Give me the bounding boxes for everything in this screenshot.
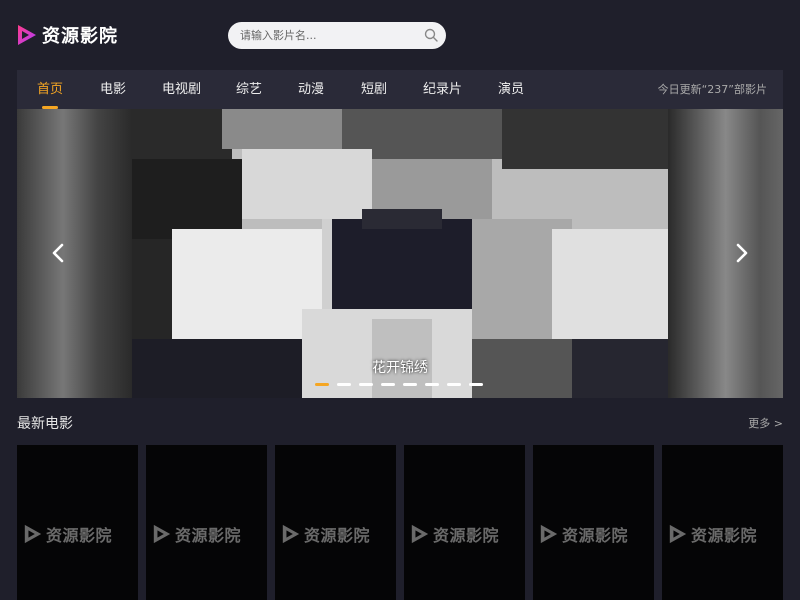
nav-item-variety[interactable]: 综艺 — [236, 70, 262, 109]
site-logo-text: 资源影院 — [42, 26, 118, 47]
nav-item-home[interactable]: 首页 — [37, 70, 63, 109]
carousel-dot-1[interactable] — [315, 383, 329, 386]
prev-slide-arrow-icon[interactable] — [44, 239, 72, 267]
main-nav: 首页 电影 电视剧 综艺 动漫 短剧 纪录片 演员 今日更新“237”部影片 — [17, 70, 783, 109]
carousel-dot-2[interactable] — [337, 383, 351, 386]
play-logo-icon — [24, 524, 42, 544]
carousel-dot-8[interactable] — [469, 383, 483, 386]
search-input[interactable] — [240, 26, 420, 45]
nav-item-anime[interactable]: 动漫 — [298, 70, 324, 109]
search-box — [228, 22, 446, 49]
banner-carousel: 花开锦绣 — [17, 109, 783, 398]
poster-placeholder-logo: 资源影院 — [23, 522, 112, 546]
carousel-dot-7[interactable] — [447, 383, 461, 386]
carousel-dot-4[interactable] — [381, 383, 395, 386]
play-logo-icon — [669, 524, 687, 544]
latest-movies-header: 最新电影 更多 > — [17, 410, 783, 436]
poster-placeholder-logo: 资源影院 — [668, 522, 757, 546]
movie-card-list: 资源影院 资源影院 资源影院 资源影院 资源影院 资源影院 — [17, 445, 783, 600]
banner-slide-image[interactable] — [132, 109, 668, 398]
carousel-dot-6[interactable] — [425, 383, 439, 386]
poster-placeholder-logo: 资源影院 — [152, 522, 241, 546]
carousel-dot-5[interactable] — [403, 383, 417, 386]
movie-card[interactable]: 资源影院 — [17, 445, 138, 600]
prev-slide-preview[interactable] — [17, 109, 132, 398]
movie-card[interactable]: 资源影院 — [146, 445, 267, 600]
poster-placeholder-logo: 资源影院 — [410, 522, 499, 546]
play-logo-icon — [282, 524, 300, 544]
nav-item-documentary[interactable]: 纪录片 — [423, 70, 462, 109]
play-logo-icon — [153, 524, 171, 544]
search-icon[interactable] — [424, 28, 438, 42]
movie-card[interactable]: 资源影院 — [662, 445, 783, 600]
nav-item-short-drama[interactable]: 短剧 — [361, 70, 387, 109]
carousel-dot-3[interactable] — [359, 383, 373, 386]
more-link[interactable]: 更多 > — [748, 415, 783, 431]
daily-update-count: 今日更新“237”部影片 — [657, 83, 767, 96]
play-logo-icon — [18, 25, 36, 45]
header: 资源影院 — [0, 0, 800, 70]
poster-placeholder-logo: 资源影院 — [539, 522, 628, 546]
nav-item-actors[interactable]: 演员 — [498, 70, 524, 109]
movie-card[interactable]: 资源影院 — [533, 445, 654, 600]
site-logo[interactable]: 资源影院 — [16, 22, 118, 48]
nav-item-tv-series[interactable]: 电视剧 — [162, 70, 201, 109]
poster-placeholder-logo: 资源影院 — [281, 522, 370, 546]
movie-card[interactable]: 资源影院 — [404, 445, 525, 600]
movie-card[interactable]: 资源影院 — [275, 445, 396, 600]
next-slide-preview[interactable] — [668, 109, 783, 398]
play-logo-icon — [540, 524, 558, 544]
next-slide-arrow-icon[interactable] — [728, 239, 756, 267]
banner-slide-title[interactable]: 花开锦绣 — [132, 357, 668, 377]
play-logo-icon — [411, 524, 429, 544]
nav-item-movies[interactable]: 电影 — [100, 70, 126, 109]
section-title: 最新电影 — [17, 416, 73, 432]
